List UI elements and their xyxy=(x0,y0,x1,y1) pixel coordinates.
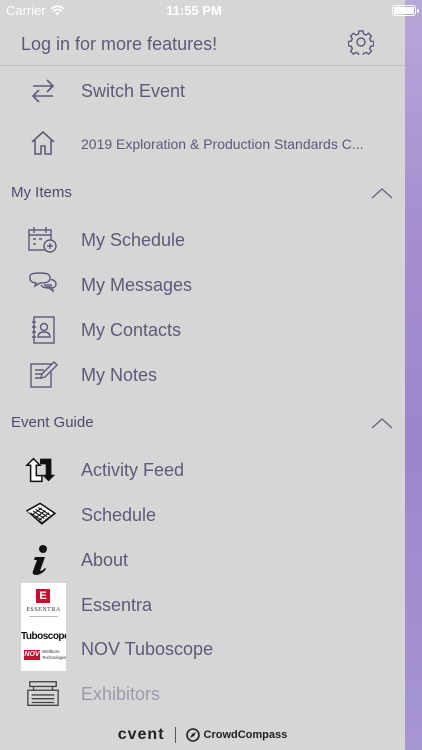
essentra-mark: E xyxy=(36,589,50,603)
essentra-wordmark: ESSENTRA xyxy=(26,607,61,613)
menu-item-label: 2019 Exploration & Production Standards … xyxy=(81,135,364,152)
nov-subtitle: Wellbore Technologies xyxy=(42,649,66,660)
menu-item-schedule[interactable]: Schedule xyxy=(0,493,405,538)
contacts-book-icon xyxy=(26,313,60,347)
essentra-logo: E ESSENTRA xyxy=(21,583,66,627)
crowdcompass-wordmark: CrowdCompass xyxy=(203,729,288,741)
info-icon xyxy=(24,543,58,577)
notes-icon xyxy=(26,358,60,392)
menu-item-label: Schedule xyxy=(81,505,157,525)
menu-item-label: My Notes xyxy=(81,365,158,385)
menu-item-label: My Contacts xyxy=(81,320,182,340)
side-menu-panel: Carrier 11:55 PM Log in for more feature… xyxy=(0,0,419,750)
login-prompt[interactable]: Log in for more features! xyxy=(21,34,217,55)
menu-item-exhibitors[interactable]: Exhibitors xyxy=(0,672,405,717)
chevron-up-icon[interactable] xyxy=(370,416,394,430)
status-bar: Carrier 11:55 PM xyxy=(0,0,419,22)
home-icon xyxy=(26,126,60,160)
compass-icon xyxy=(185,728,200,742)
menu-item-current-event[interactable]: 2019 Exploration & Production Standards … xyxy=(0,121,405,166)
menu-item-essentra[interactable]: E ESSENTRA Essentra xyxy=(0,583,405,628)
nov-mark: NOV xyxy=(24,650,40,660)
chevron-up-icon[interactable] xyxy=(370,186,394,200)
menu-item-label: About xyxy=(81,550,129,570)
menu-item-about[interactable]: About xyxy=(0,538,405,583)
chat-bubbles-icon xyxy=(26,268,60,302)
section-my-items[interactable]: My Items xyxy=(0,178,405,208)
calendar-add-icon xyxy=(26,223,60,257)
section-title: Event Guide xyxy=(11,414,94,431)
footer-branding: cvent CrowdCompass xyxy=(0,720,405,750)
exhibitors-icon xyxy=(26,677,60,711)
tuboscope-logo: Tuboscope NOV Wellbore Technologies xyxy=(21,627,66,671)
menu-item-label: My Messages xyxy=(81,275,193,295)
menu-item-label: Activity Feed xyxy=(81,460,185,480)
tuboscope-wordmark: Tuboscope xyxy=(21,631,66,642)
menu-item-my-messages[interactable]: My Messages xyxy=(0,263,405,308)
menu-header: Log in for more features! xyxy=(0,22,405,66)
menu-item-label: Exhibitors xyxy=(81,684,161,704)
menu-item-nov-tuboscope[interactable]: Tuboscope NOV Wellbore Technologies NOV … xyxy=(0,627,405,672)
menu-item-my-contacts[interactable]: My Contacts xyxy=(0,308,405,353)
footer-divider xyxy=(174,727,176,743)
section-event-guide[interactable]: Event Guide xyxy=(0,408,405,438)
crowdcompass-logo: CrowdCompass xyxy=(185,728,288,742)
menu-item-my-notes[interactable]: My Notes xyxy=(0,353,405,398)
switch-arrows-icon xyxy=(26,74,60,108)
menu-item-switch-event[interactable]: Switch Event xyxy=(0,69,405,114)
section-title: My Items xyxy=(11,184,72,201)
clock: 11:55 PM xyxy=(166,3,222,18)
menu-item-label: My Schedule xyxy=(81,230,186,250)
essentra-divider xyxy=(29,616,58,617)
gear-icon[interactable] xyxy=(348,29,374,55)
activity-arrows-icon xyxy=(24,453,58,487)
menu-item-label: NOV Tuboscope xyxy=(81,639,214,659)
menu-item-my-schedule[interactable]: My Schedule xyxy=(0,218,405,263)
background-app-strip xyxy=(405,0,422,750)
menu-item-label: Switch Event xyxy=(81,81,186,101)
cvent-logo: cvent xyxy=(117,726,165,743)
calendar-icon xyxy=(24,498,58,532)
menu-item-activity-feed[interactable]: Activity Feed xyxy=(0,448,405,493)
menu-item-label: Essentra xyxy=(81,595,153,615)
battery-icon xyxy=(392,5,419,16)
